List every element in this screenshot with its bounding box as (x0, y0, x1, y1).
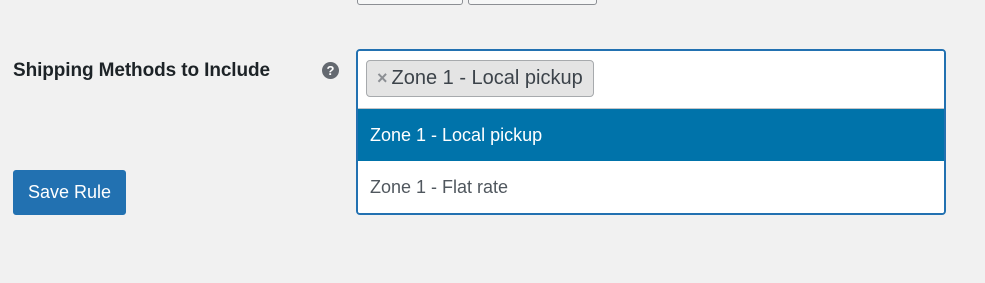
top-button-left[interactable] (357, 0, 463, 5)
shipping-methods-label: Shipping Methods to Include (13, 60, 270, 81)
option-flat-rate[interactable]: Zone 1 - Flat rate (358, 161, 944, 213)
select-input[interactable]: × Zone 1 - Local pickup (358, 51, 944, 109)
remove-chip-icon[interactable]: × (377, 68, 388, 89)
chip-label: Zone 1 - Local pickup (391, 67, 583, 89)
shipping-methods-select[interactable]: × Zone 1 - Local pickup Zone 1 - Local p… (356, 49, 946, 215)
help-icon[interactable]: ? (322, 62, 339, 79)
selected-chip: × Zone 1 - Local pickup (366, 60, 594, 97)
select-dropdown: Zone 1 - Local pickup Zone 1 - Flat rate (358, 109, 944, 213)
save-rule-button[interactable]: Save Rule (13, 170, 126, 215)
option-local-pickup[interactable]: Zone 1 - Local pickup (358, 109, 944, 161)
top-button-right[interactable] (468, 0, 597, 5)
